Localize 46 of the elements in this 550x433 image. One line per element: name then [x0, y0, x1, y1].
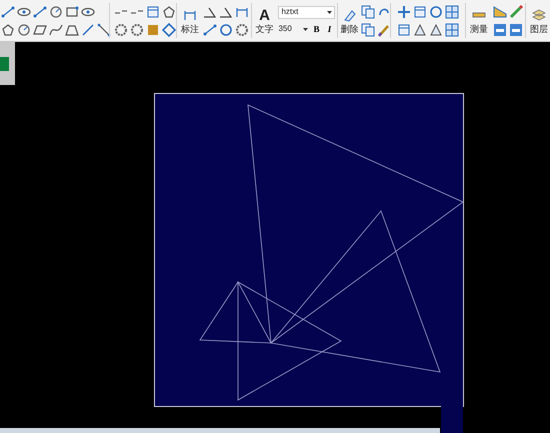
circle-icon[interactable]: [49, 4, 63, 18]
delete-label[interactable]: 删除: [340, 24, 358, 34]
eraser-icon[interactable]: [342, 8, 356, 22]
trapezoid-icon[interactable]: [65, 22, 79, 36]
window-icon[interactable]: [413, 4, 428, 18]
parallelogram-icon[interactable]: [33, 22, 47, 36]
status-indicator: [0, 56, 9, 70]
line-icon[interactable]: [81, 22, 95, 36]
text-tool-icon[interactable]: A: [259, 8, 270, 24]
triangle-icon[interactable]: [429, 22, 444, 36]
rectangle-icon[interactable]: [65, 4, 79, 18]
bold-button[interactable]: B: [311, 24, 322, 34]
wedge-icon[interactable]: [493, 4, 508, 18]
polygon-icon[interactable]: [1, 22, 15, 36]
grid-icon[interactable]: [445, 4, 460, 18]
polygon-icon[interactable]: [162, 4, 176, 18]
dimension-label[interactable]: 标注: [181, 24, 200, 34]
move-icon[interactable]: [397, 4, 412, 18]
circle-icon[interactable]: [17, 22, 31, 36]
panel-icon[interactable]: [493, 22, 508, 36]
node-line-icon[interactable]: [1, 4, 15, 18]
layer-label[interactable]: 图层: [530, 24, 548, 34]
node-line-icon[interactable]: [202, 22, 217, 36]
measure-label[interactable]: 测量: [470, 24, 488, 34]
caret-icon: [303, 28, 308, 30]
copy-icon[interactable]: [361, 22, 376, 36]
brush-icon[interactable]: [377, 22, 392, 36]
caret-icon: [327, 10, 332, 14]
diamond-icon[interactable]: [162, 22, 176, 36]
pencil-icon[interactable]: [509, 4, 524, 18]
rotate-icon[interactable]: [218, 22, 233, 36]
text-label[interactable]: 文字: [255, 24, 274, 34]
triangle-icon[interactable]: [413, 22, 428, 36]
rotate-icon[interactable]: [429, 4, 444, 18]
scrollbar[interactable]: [0, 428, 440, 433]
node-line-icon[interactable]: [33, 4, 47, 18]
italic-button[interactable]: I: [324, 24, 334, 34]
font-dropdown[interactable]: hztxt: [278, 6, 336, 18]
grid-icon[interactable]: [445, 22, 460, 36]
panel-icon[interactable]: [509, 22, 524, 36]
size-dropdown[interactable]: 350: [278, 22, 308, 36]
layers-icon[interactable]: [532, 8, 546, 22]
window-icon[interactable]: [397, 22, 412, 36]
curve-icon[interactable]: [49, 22, 63, 36]
window-icon[interactable]: [146, 4, 160, 18]
copy-icon[interactable]: [361, 4, 376, 18]
